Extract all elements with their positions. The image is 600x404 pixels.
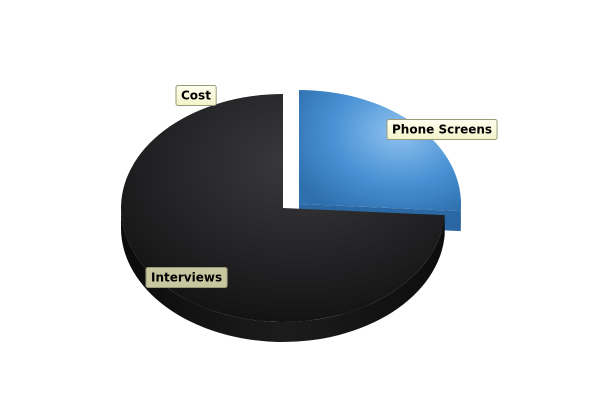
label-interviews: Interviews bbox=[146, 268, 227, 288]
label-phone-screens-text: Phone Screens bbox=[392, 123, 492, 137]
pie-chart-svg: Cost Phone Screens Interviews bbox=[0, 0, 600, 400]
series-name-label: Cost bbox=[176, 86, 216, 106]
label-phone-screens: Phone Screens bbox=[387, 120, 497, 140]
series-name-label-text: Cost bbox=[181, 89, 211, 103]
pie-slice-phone-screens[interactable] bbox=[299, 90, 461, 211]
label-interviews-text: Interviews bbox=[151, 271, 222, 285]
pie-chart: Cost Phone Screens Interviews bbox=[0, 0, 600, 400]
